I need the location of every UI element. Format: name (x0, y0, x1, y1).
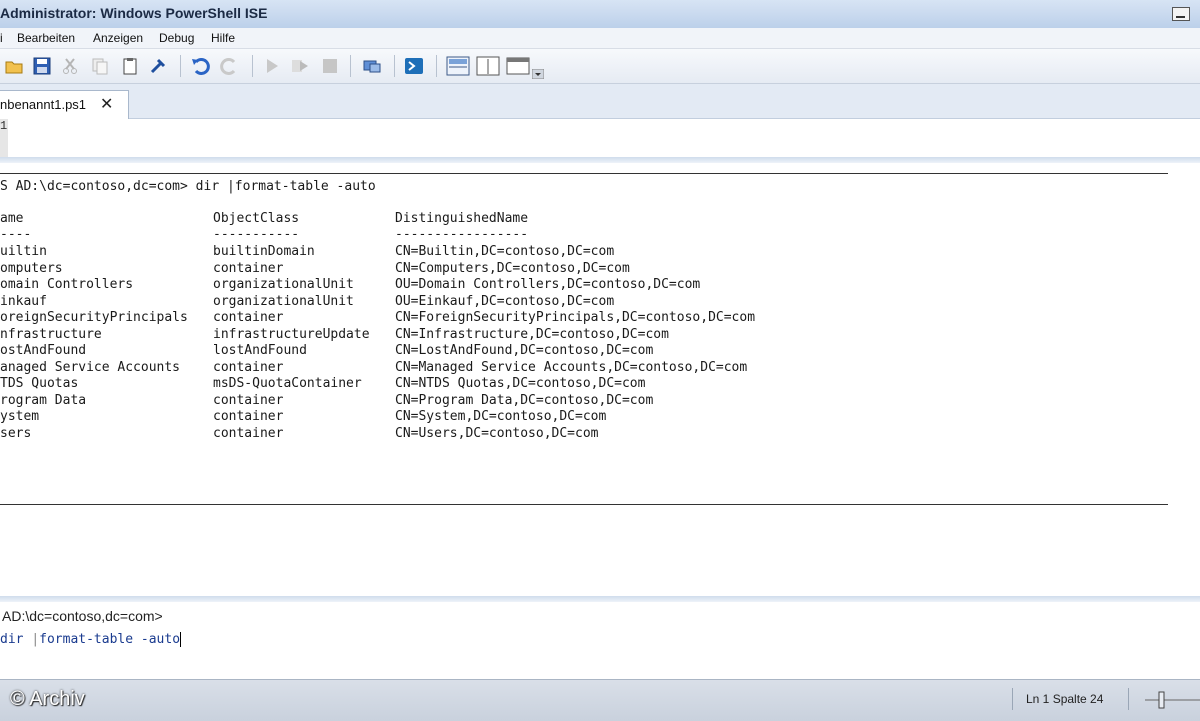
cell-name: omputers (0, 260, 63, 276)
col-header-name: ame (0, 211, 24, 226)
redo-icon[interactable] (220, 56, 240, 76)
save-icon[interactable] (32, 56, 52, 76)
toolbar-overflow-icon[interactable] (532, 69, 544, 79)
col-dash-objectclass: ----------- (213, 227, 300, 242)
cell-dn: CN=Users,DC=contoso,DC=com (395, 425, 599, 441)
cell-objectclass: container (213, 359, 284, 375)
window-title: Administrator: Windows PowerShell ISE (0, 5, 268, 21)
col-dash-name: ---- (0, 227, 32, 242)
cell-objectclass: container (213, 392, 284, 408)
minimize-button[interactable] (1172, 7, 1190, 21)
cell-name: TDS Quotas (0, 376, 79, 391)
copyright-watermark: © Archiv (10, 688, 85, 710)
menu-file[interactable]: i (0, 31, 3, 45)
cell-objectclass: organizationalUnit (213, 293, 354, 309)
run-selection-icon[interactable] (290, 56, 310, 76)
stop-icon[interactable] (320, 56, 340, 76)
cell-name: oreignSecurityPrincipals (0, 310, 188, 325)
tab-label: nbenannt1.ps1 (0, 97, 87, 112)
layout-top-icon[interactable] (446, 56, 470, 76)
cell-objectclass: lostAndFound (213, 343, 307, 358)
cell-name: rogram Data (0, 392, 87, 408)
cell-dn: CN=LostAndFound,DC=contoso,DC=com (395, 343, 654, 358)
menu-bar: i Bearbeiten Anzeigen Debug Hilfe (0, 28, 1200, 49)
output-separator-bottom (0, 504, 1168, 505)
col-header-objectclass: ObjectClass (213, 211, 300, 226)
menu-edit[interactable]: Bearbeiten (17, 31, 75, 45)
cell-name: ostAndFound (0, 343, 87, 358)
cell-name: omain Controllers (0, 277, 134, 292)
undo-icon[interactable] (190, 56, 210, 76)
powershell-icon[interactable] (404, 56, 424, 76)
input-parameter: -auto (140, 632, 181, 647)
run-icon[interactable] (262, 56, 282, 76)
cell-dn: CN=System,DC=contoso,DC=com (395, 409, 607, 424)
tab-untitled1[interactable]: nbenannt1.ps1 ✕ (0, 90, 129, 119)
cell-dn: OU=Domain Controllers,DC=contoso,DC=com (395, 277, 701, 292)
cell-objectclass: msDS-QuotaContainer (213, 376, 362, 391)
command-pane[interactable]: AD:\dc=contoso,dc=com> dir |format-table… (0, 602, 1200, 678)
title-bar: Administrator: Windows PowerShell ISE (0, 0, 1200, 29)
cell-objectclass: container (213, 310, 284, 325)
menu-view[interactable]: Anzeigen (93, 31, 143, 45)
cell-name: anaged Service Accounts (0, 359, 181, 375)
cell-dn: CN=Infrastructure,DC=contoso,DC=com (395, 326, 669, 342)
script-pane[interactable]: 1 (0, 119, 1200, 157)
copy-icon[interactable] (90, 56, 110, 76)
status-bar: © Archiv Ln 1 Spalte 24 (0, 679, 1200, 721)
cell-dn: CN=Program Data,DC=contoso,DC=com (395, 392, 654, 408)
menu-debug[interactable]: Debug (159, 31, 194, 45)
menu-help[interactable]: Hilfe (211, 31, 235, 45)
command-input[interactable]: dir |format-table -auto (0, 632, 182, 647)
cell-objectclass: container (213, 409, 284, 424)
cell-dn: CN=Computers,DC=contoso,DC=com (395, 260, 630, 276)
col-dash-dn: ----------------- (395, 227, 529, 242)
output-pane[interactable]: S AD:\dc=contoso,dc=com> dir |format-tab… (0, 163, 1200, 595)
cell-objectclass: infrastructureUpdate (213, 326, 370, 342)
cut-icon[interactable] (60, 56, 80, 76)
cell-objectclass: container (213, 260, 284, 276)
output-separator-top (0, 173, 1168, 174)
clear-icon[interactable] (148, 56, 168, 76)
input-pipe: | (31, 632, 40, 647)
output-command-line: S AD:\dc=contoso,dc=com> dir |format-tab… (0, 179, 376, 194)
script-tab-strip: nbenannt1.ps1 ✕ (0, 84, 1200, 119)
cell-dn: CN=Builtin,DC=contoso,DC=com (395, 244, 615, 259)
remote-tab-icon[interactable] (362, 56, 382, 76)
open-icon[interactable] (4, 56, 24, 76)
col-header-dn: DistinguishedName (395, 211, 529, 226)
cell-dn: CN=NTDS Quotas,DC=contoso,DC=com (395, 376, 646, 391)
cell-name: nfrastructure (0, 326, 102, 342)
layout-max-icon[interactable] (506, 56, 530, 76)
input-cmdlet: dir (0, 632, 24, 647)
cell-name: uiltin (0, 244, 47, 259)
cell-objectclass: organizationalUnit (213, 277, 354, 292)
line-number: 1 (0, 119, 8, 133)
close-icon[interactable]: ✕ (100, 94, 113, 114)
cell-objectclass: container (213, 425, 284, 441)
cell-name: ystem (0, 409, 40, 424)
paste-icon[interactable] (120, 56, 140, 76)
cell-objectclass: builtinDomain (213, 244, 315, 259)
layout-right-icon[interactable] (476, 56, 500, 76)
command-prompt: AD:\dc=contoso,dc=com> (2, 608, 163, 624)
cursor-position: Ln 1 Spalte 24 (1026, 692, 1104, 706)
cell-name: inkauf (0, 293, 47, 309)
cell-dn: OU=Einkauf,DC=contoso,DC=com (395, 293, 615, 309)
text-cursor (180, 632, 182, 647)
toolbar (0, 49, 1200, 84)
input-format-cmdlet: format-table (39, 632, 134, 647)
zoom-slider[interactable] (1145, 690, 1200, 710)
cell-name: sers (0, 425, 32, 441)
cell-dn: CN=Managed Service Accounts,DC=contoso,D… (395, 359, 748, 375)
cell-dn: CN=ForeignSecurityPrincipals,DC=contoso,… (395, 310, 756, 325)
